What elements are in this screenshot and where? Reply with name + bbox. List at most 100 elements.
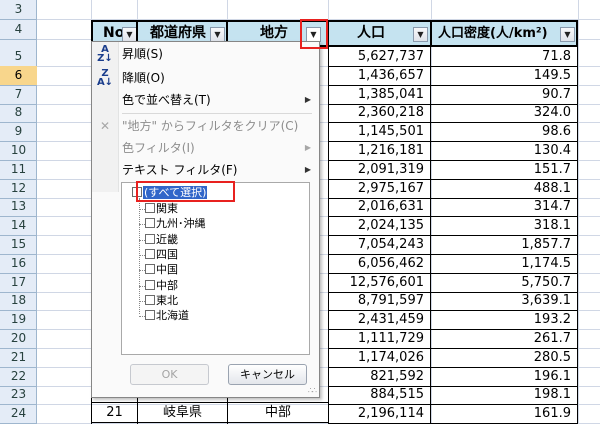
cell-density[interactable]: 324.0 xyxy=(431,103,578,124)
cell-density[interactable]: 149.5 xyxy=(431,65,578,86)
filter-value-list[interactable]: (すべて選択) 関東 九州･沖縄 近畿 四国 中国 中部 東北 北海道 xyxy=(121,182,310,355)
cell-density[interactable]: 161.9 xyxy=(431,404,578,424)
row-header[interactable]: 20 xyxy=(0,329,37,349)
cell-density[interactable]: 318.1 xyxy=(431,216,578,237)
table-row: 1,385,041 90.7 xyxy=(328,84,578,105)
cell-population[interactable]: 1,385,041 xyxy=(328,84,431,105)
cell-density[interactable]: 488.1 xyxy=(431,178,578,199)
filter-checkbox-item[interactable]: 中部 xyxy=(145,279,178,293)
filter-item-label: 関東 xyxy=(156,202,178,215)
cell-population[interactable]: 1,111,729 xyxy=(328,329,431,349)
cell-population[interactable]: 7,054,243 xyxy=(328,235,431,255)
menu-color-filter[interactable]: 色フィルタ(I) xyxy=(122,138,195,158)
row-header[interactable]: 11 xyxy=(0,160,37,180)
row-header[interactable]: 13 xyxy=(0,197,37,218)
menu-sort-by-color[interactable]: 色で並べ替え(T) xyxy=(122,90,312,110)
filter-dropdown-prefecture[interactable]: ▼ xyxy=(210,27,225,42)
cell-prefecture-21[interactable]: 岐阜県 xyxy=(138,403,227,423)
cell-population[interactable]: 2,975,167 xyxy=(328,178,431,199)
checkbox-icon xyxy=(145,248,155,259)
cell-population[interactable]: 5,627,737 xyxy=(328,47,431,67)
cell-density[interactable]: 5,750.7 xyxy=(431,272,578,293)
cell-density[interactable]: 90.7 xyxy=(431,84,578,105)
row-header[interactable]: 12 xyxy=(0,179,37,199)
row-header[interactable]: 17 xyxy=(0,273,37,293)
cell-density[interactable]: 314.7 xyxy=(431,197,578,218)
cell-density[interactable]: 151.7 xyxy=(431,159,578,180)
filter-checkbox-item[interactable]: 九州･沖縄 xyxy=(145,217,206,231)
cell-population[interactable]: 2,024,135 xyxy=(328,216,431,237)
menu-sort-descending[interactable]: 降順(O) xyxy=(122,68,165,88)
cell-population[interactable]: 1,436,657 xyxy=(328,65,431,86)
filter-checkbox-item[interactable]: 四国 xyxy=(145,248,178,262)
filter-checkbox-item[interactable]: 中国 xyxy=(145,263,178,277)
row-header[interactable]: 10 xyxy=(0,141,37,161)
row-header[interactable]: 4 xyxy=(0,20,37,40)
cell-population[interactable]: 2,091,319 xyxy=(328,159,431,180)
row-header[interactable]: 16 xyxy=(0,254,37,274)
filter-item-label: 東北 xyxy=(156,293,178,307)
cell-population[interactable]: 1,174,026 xyxy=(328,347,431,368)
cell-population[interactable]: 8,791,597 xyxy=(328,291,431,312)
submenu-arrow-icon: ▶ xyxy=(304,165,311,174)
cell-density[interactable]: 98.6 xyxy=(431,122,578,143)
filter-checkbox-item[interactable]: 関東 xyxy=(145,202,178,216)
cell-population[interactable]: 884,515 xyxy=(328,385,431,406)
cell-density[interactable]: 193.2 xyxy=(431,310,578,331)
filter-checkbox-item[interactable]: 北海道 xyxy=(145,309,189,323)
cell-population[interactable]: 2,360,218 xyxy=(328,103,431,124)
cell-population[interactable]: 6,056,462 xyxy=(328,253,431,274)
cell-population[interactable]: 2,431,459 xyxy=(328,310,431,331)
filter-dropdown-population[interactable]: ▼ xyxy=(413,27,428,42)
cell-density[interactable]: 280.5 xyxy=(431,347,578,368)
cell-no-21[interactable]: 21 xyxy=(92,403,137,423)
cell-population[interactable]: 12,576,601 xyxy=(328,272,431,293)
header-density-label: 人口密度(人/km²) xyxy=(438,26,548,41)
filter-dropdown-density[interactable]: ▼ xyxy=(560,27,575,42)
table-row: 7,054,243 1,857.7 xyxy=(328,235,578,255)
row-header[interactable]: 14 xyxy=(0,216,37,237)
cell-population[interactable]: 1,145,501 xyxy=(328,122,431,143)
checkbox-icon xyxy=(145,203,155,213)
cell-density[interactable]: 1,174.5 xyxy=(431,253,578,274)
cell-population[interactable]: 1,216,181 xyxy=(328,141,431,161)
row-header[interactable]: 19 xyxy=(0,310,37,331)
row-header[interactable]: 24 xyxy=(0,404,37,424)
menu-clear-filter[interactable]: "地方" からフィルタをクリア(C) xyxy=(122,116,298,136)
menu-sort-ascending[interactable]: 昇順(S) xyxy=(122,44,163,64)
cell-density[interactable]: 261.7 xyxy=(431,329,578,349)
row-header[interactable]: 9 xyxy=(0,122,37,143)
menu-text-filter[interactable]: テキスト フィルタ(F) xyxy=(122,160,237,180)
row-header[interactable]: 6 xyxy=(0,65,37,86)
cell-density[interactable]: 196.1 xyxy=(431,366,578,387)
cell-population[interactable]: 2,016,631 xyxy=(328,197,431,218)
autofilter-menu[interactable]: A Z↓ 昇順(S) Z A↓ 降順(O) 色で並べ替え(T) ▶ ✕ "地方" か… xyxy=(91,41,320,398)
row-header[interactable]: 23 xyxy=(0,385,37,406)
filter-dropdown-no[interactable]: ▼ xyxy=(122,27,136,42)
cell-density[interactable]: 1,857.7 xyxy=(431,235,578,255)
header-population: 人口 ▼ xyxy=(329,20,432,47)
cell-density[interactable]: 198.1 xyxy=(431,385,578,406)
tree-branch xyxy=(139,285,145,287)
cancel-button[interactable]: キャンセル xyxy=(228,364,307,385)
resize-grip-icon[interactable]: ∴∴ xyxy=(308,386,317,395)
row-header[interactable]: 3 xyxy=(0,0,37,20)
cell-density[interactable]: 3,639.1 xyxy=(431,291,578,312)
row-header[interactable]: 5 xyxy=(0,47,37,67)
cell-density[interactable]: 130.4 xyxy=(431,141,578,161)
cell-population[interactable]: 2,196,114 xyxy=(328,404,431,424)
table-row: 1,111,729 261.7 xyxy=(328,329,578,349)
filter-checkbox-item[interactable]: 東北 xyxy=(145,294,178,308)
row-header[interactable]: 8 xyxy=(0,103,37,124)
cell-density[interactable]: 71.8 xyxy=(431,47,578,67)
filter-checkbox-item[interactable]: 近畿 xyxy=(145,233,178,247)
row-header[interactable]: 7 xyxy=(0,85,37,105)
filter-item-label: 九州･沖縄 xyxy=(156,217,206,231)
cell-population[interactable]: 821,592 xyxy=(328,366,431,387)
cell-region-21[interactable]: 中部 xyxy=(228,403,328,423)
ok-button[interactable]: OK xyxy=(130,364,209,385)
row-header[interactable]: 22 xyxy=(0,367,37,387)
row-header[interactable]: 15 xyxy=(0,235,37,255)
row-header[interactable]: 18 xyxy=(0,291,37,312)
row-header[interactable]: 21 xyxy=(0,348,37,368)
